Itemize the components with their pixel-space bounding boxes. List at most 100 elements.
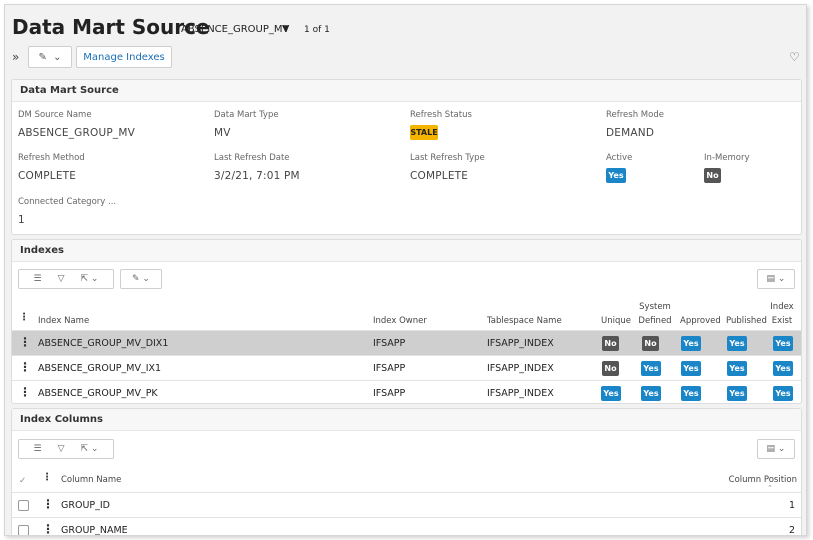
- page-header: Data Mart Source ABSENCE_GROUP_MV ▼ 1 of…: [5, 5, 806, 79]
- table-row[interactable]: ⋮ GROUP_NAME 2: [12, 517, 801, 536]
- page-title: Data Mart Source: [12, 15, 210, 39]
- last-refresh-type-value: COMPLETE: [410, 170, 469, 182]
- table-row[interactable]: ⋮ GROUP_ID 1: [12, 492, 801, 517]
- column-chooser-button[interactable]: ▤ ⌄: [757, 439, 795, 459]
- list-icon[interactable]: ☰: [34, 444, 42, 454]
- column-name-cell: GROUP_NAME: [61, 525, 128, 536]
- system-defined-badge: No: [642, 336, 659, 351]
- actions-icon: ✎ ⌄: [38, 51, 62, 63]
- refresh-method-value: COMPLETE: [18, 170, 77, 182]
- column-chooser-icon: ▤ ⌄: [766, 274, 786, 284]
- last-refresh-date-label: Last Refresh Date: [214, 153, 290, 163]
- filter-icon[interactable]: ▽: [58, 444, 65, 454]
- index-name-cell: ABSENCE_GROUP_MV_DIX1: [38, 338, 169, 349]
- kebab-icon[interactable]: ⋮: [19, 385, 31, 399]
- indexes-actions-button[interactable]: ✎ ⌄: [120, 269, 162, 289]
- actions-button[interactable]: ✎ ⌄: [28, 46, 72, 68]
- connected-category-value: 1: [18, 214, 25, 226]
- panel-title: Index Columns: [12, 409, 801, 431]
- kebab-icon[interactable]: ⋮: [42, 522, 54, 535]
- refresh-status-badge: STALE: [410, 125, 438, 140]
- index-owner-cell: IFSAPP: [373, 363, 406, 374]
- list-icon[interactable]: ☰: [34, 274, 42, 284]
- index-owner-cell: IFSAPP: [373, 338, 406, 349]
- in-memory-badge: No: [704, 168, 721, 183]
- data-mart-type-value: MV: [214, 127, 231, 139]
- col-column-position[interactable]: Column Position: [729, 475, 797, 485]
- data-mart-type-label: Data Mart Type: [214, 110, 279, 120]
- col-unique[interactable]: Unique: [601, 316, 631, 326]
- index-columns-panel: Index Columns ☰ ▽ ⇱ ⌄ ▤ ⌄ ✓ ⋮ Column Nam…: [11, 408, 802, 536]
- table-row[interactable]: ⋮ ABSENCE_GROUP_MV_IX1 IFSAPP IFSAPP_IND…: [12, 355, 801, 380]
- selector-caret-icon[interactable]: ▼: [282, 24, 289, 34]
- export-icon[interactable]: ⇱ ⌄: [81, 444, 99, 454]
- index-columns-toolbar: ☰ ▽ ⇱ ⌄: [18, 439, 114, 459]
- column-chooser-button[interactable]: ▤ ⌄: [757, 269, 795, 289]
- heart-icon[interactable]: ♡: [789, 50, 800, 64]
- indexes-toolbar: ☰ ▽ ⇱ ⌄: [18, 269, 114, 289]
- tablespace-cell: IFSAPP_INDEX: [487, 338, 554, 349]
- col-index-exist-2[interactable]: Exist: [768, 316, 796, 326]
- panel-title: Indexes: [12, 240, 801, 262]
- row-checkbox[interactable]: [18, 525, 29, 535]
- tablespace-cell: IFSAPP_INDEX: [487, 388, 554, 399]
- table-row[interactable]: ⋮ ABSENCE_GROUP_MV_PK IFSAPP IFSAPP_INDE…: [12, 380, 801, 405]
- col-tablespace[interactable]: Tablespace Name: [487, 316, 562, 326]
- unique-badge: Yes: [601, 386, 621, 401]
- col-index-name[interactable]: Index Name: [38, 316, 89, 326]
- filter-icon[interactable]: ▽: [58, 274, 65, 284]
- record-count: 1 of 1: [304, 25, 330, 35]
- column-name-cell: GROUP_ID: [61, 500, 110, 511]
- column-position-cell: 2: [788, 525, 795, 536]
- col-index-owner[interactable]: Index Owner: [373, 316, 427, 326]
- kebab-icon[interactable]: ⋮: [19, 312, 29, 323]
- row-checkbox[interactable]: [18, 500, 29, 511]
- manage-indexes-button[interactable]: Manage Indexes: [76, 46, 172, 68]
- checkmark-icon[interactable]: ✓: [19, 476, 26, 486]
- unique-badge: No: [602, 336, 619, 351]
- dm-source-name-value: ABSENCE_GROUP_MV: [18, 127, 135, 139]
- refresh-status-label: Refresh Status: [410, 110, 472, 120]
- published-badge: Yes: [727, 361, 747, 376]
- col-published[interactable]: Published: [726, 316, 767, 326]
- published-badge: Yes: [727, 336, 747, 351]
- index-name-cell: ABSENCE_GROUP_MV_PK: [38, 388, 158, 399]
- index-owner-cell: IFSAPP: [373, 388, 406, 399]
- approved-badge: Yes: [681, 361, 701, 376]
- index-name-cell: ABSENCE_GROUP_MV_IX1: [38, 363, 162, 374]
- kebab-icon[interactable]: ⋮: [19, 335, 31, 349]
- index-exist-badge: Yes: [773, 386, 793, 401]
- refresh-mode-label: Refresh Mode: [606, 110, 664, 120]
- system-defined-badge: Yes: [641, 386, 661, 401]
- tablespace-cell: IFSAPP_INDEX: [487, 363, 554, 374]
- sort-asc-icon: ⌃: [767, 484, 773, 492]
- system-defined-badge: Yes: [641, 361, 661, 376]
- col-approved[interactable]: Approved: [680, 316, 721, 326]
- published-badge: Yes: [727, 386, 747, 401]
- expand-icon[interactable]: »: [12, 50, 19, 64]
- data-mart-source-panel: Data Mart Source DM Source Name ABSENCE_…: [11, 79, 802, 235]
- table-row[interactable]: ⋮ ABSENCE_GROUP_MV_DIX1 IFSAPP IFSAPP_IN…: [12, 330, 801, 355]
- export-icon[interactable]: ⇱ ⌄: [81, 274, 99, 284]
- col-column-name[interactable]: Column Name: [61, 475, 121, 485]
- index-exist-badge: Yes: [773, 336, 793, 351]
- index-exist-badge: Yes: [773, 361, 793, 376]
- connected-category-label: Connected Category ...: [18, 197, 117, 207]
- panel-title: Data Mart Source: [12, 80, 801, 102]
- col-system-defined-2[interactable]: Defined: [638, 316, 672, 326]
- app-frame: Data Mart Source ABSENCE_GROUP_MV ▼ 1 of…: [4, 4, 807, 536]
- record-selector[interactable]: ABSENCE_GROUP_MV: [181, 24, 289, 35]
- kebab-icon[interactable]: ⋮: [42, 472, 52, 483]
- refresh-method-label: Refresh Method: [18, 153, 85, 163]
- approved-badge: Yes: [681, 386, 701, 401]
- kebab-icon[interactable]: ⋮: [42, 497, 54, 511]
- refresh-mode-value: DEMAND: [606, 127, 655, 139]
- column-position-cell: 1: [788, 500, 795, 511]
- col-index-exist-1[interactable]: Index: [768, 302, 796, 312]
- unique-badge: No: [602, 361, 619, 376]
- col-system-defined-1[interactable]: System: [638, 302, 672, 312]
- active-label: Active: [606, 153, 633, 163]
- approved-badge: Yes: [681, 336, 701, 351]
- last-refresh-date-value: 3/2/21, 7:01 PM: [214, 170, 300, 182]
- kebab-icon[interactable]: ⋮: [19, 360, 31, 374]
